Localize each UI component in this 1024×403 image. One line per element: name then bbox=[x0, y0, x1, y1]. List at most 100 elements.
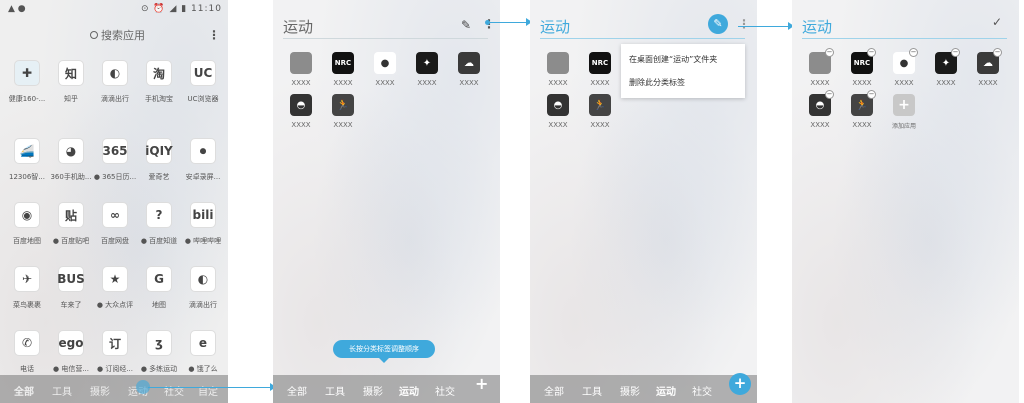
app-icon[interactable]: 365 ● 365日历... bbox=[93, 138, 137, 182]
app-icon[interactable]: iQIY 爱奇艺 bbox=[137, 138, 181, 182]
flow-arrow-2 bbox=[490, 22, 530, 23]
tab-all[interactable]: 全部 bbox=[14, 383, 34, 398]
category-title: 运动 bbox=[802, 18, 833, 36]
storyboard: ▲ ● ⊙ ⏰ ◢ ▮ 11:10 搜索应用 ⋮ ✚ 健康160-... 知知乎 … bbox=[0, 0, 1024, 403]
app-icon[interactable]: ? ● 百度知道 bbox=[137, 202, 181, 246]
app-icon[interactable]: ◓ − XXXX bbox=[800, 90, 840, 129]
plus-icon: + bbox=[893, 94, 915, 116]
app-icon[interactable]: XXXX bbox=[538, 52, 578, 87]
app-icon[interactable]: ʒ ● 多练运动 bbox=[137, 330, 181, 374]
tab-tools[interactable]: 工具 bbox=[52, 383, 72, 398]
tab-tools[interactable]: 工具 bbox=[582, 383, 602, 398]
reorder-tooltip: 长按分类标签调整顺序 bbox=[333, 340, 435, 363]
app-icon[interactable]: ∞ 百度网盘 bbox=[93, 202, 137, 246]
remove-badge-icon[interactable]: − bbox=[867, 48, 876, 57]
app-icon[interactable]: ✦ XXXX bbox=[407, 52, 447, 87]
status-left-icons: ▲ ● bbox=[8, 4, 26, 14]
app-icon[interactable]: ✈ 菜鸟裹裹 bbox=[5, 266, 49, 310]
app-icon[interactable]: ● XXXX bbox=[365, 52, 405, 87]
tab-all[interactable]: 全部 bbox=[544, 383, 564, 398]
app-icon[interactable]: 贴 ● 百度贴吧 bbox=[49, 202, 93, 246]
status-right-icons: ⊙ ⏰ ◢ ▮ 11:10 bbox=[140, 4, 222, 14]
remove-badge-icon[interactable]: − bbox=[993, 48, 1002, 57]
flow-arrow-1 bbox=[148, 387, 275, 388]
app-icon[interactable]: ☁ XXXX bbox=[449, 52, 489, 87]
category-title: 运动 bbox=[540, 18, 571, 36]
remove-badge-icon[interactable]: − bbox=[909, 48, 918, 57]
category-tab-bar: 全部 工具 摄影 运动 社交 bbox=[530, 375, 757, 403]
app-icon[interactable]: G 地图 bbox=[137, 266, 181, 310]
tab-social[interactable]: 社交 bbox=[164, 383, 184, 398]
menu-item-delete-category[interactable]: 删除此分类标签 bbox=[629, 77, 685, 88]
done-check-icon[interactable]: ✓ bbox=[992, 15, 1002, 29]
app-icon[interactable]: bili ● 哔哩哔哩 bbox=[181, 202, 225, 246]
search-icon bbox=[90, 31, 98, 39]
app-icon[interactable]: ⏺ 安卓录屏... bbox=[181, 138, 225, 182]
remove-badge-icon[interactable]: − bbox=[951, 48, 960, 57]
add-app-button[interactable]: + 添加应用 bbox=[884, 94, 924, 130]
app-icon[interactable]: 🏃 − XXXX bbox=[842, 90, 882, 129]
add-category-icon[interactable]: + bbox=[475, 374, 488, 393]
app-icon[interactable]: NRC XXXX bbox=[580, 52, 620, 87]
app-icon[interactable]: ★ ● 大众点评 bbox=[93, 266, 137, 310]
title-divider bbox=[540, 38, 745, 39]
app-icon[interactable]: 淘手机淘宝 bbox=[137, 60, 181, 104]
search-placeholder: 搜索应用 bbox=[101, 29, 145, 42]
overflow-menu: 在桌面创建“运动”文件夹 删除此分类标签 bbox=[621, 44, 745, 98]
tab-all[interactable]: 全部 bbox=[287, 383, 307, 398]
app-icon[interactable]: NRC − XXXX bbox=[842, 48, 882, 87]
app-icon[interactable]: ✦ − XXXX bbox=[926, 48, 966, 87]
tab-social[interactable]: 社交 bbox=[435, 383, 455, 398]
remove-badge-icon[interactable]: − bbox=[867, 90, 876, 99]
app-icon[interactable]: XXXX bbox=[281, 52, 321, 87]
app-icon[interactable]: ● − XXXX bbox=[884, 48, 924, 87]
more-options-icon[interactable]: ⋮ bbox=[738, 17, 750, 31]
tab-social[interactable]: 社交 bbox=[692, 383, 712, 398]
app-search-bar[interactable]: 搜索应用 bbox=[90, 27, 145, 43]
app-icon[interactable]: ✚ 健康160-... bbox=[5, 60, 49, 104]
title-divider bbox=[283, 38, 488, 39]
app-icon[interactable]: 🚄 12306智... bbox=[5, 138, 49, 182]
app-icon[interactable]: ego ● 电信营... bbox=[49, 330, 93, 374]
app-icon[interactable]: UC UC浏览器 bbox=[181, 60, 225, 104]
app-icon[interactable]: ◓ XXXX bbox=[281, 94, 321, 129]
app-icon[interactable]: 订 ● 订阅经... bbox=[93, 330, 137, 374]
app-icon[interactable]: 🏃 XXXX bbox=[580, 94, 620, 129]
screen-sports-menu: 运动 ✎ ⋮ XXXX NRC XXXX ◓ XXXX 🏃 XXXX 在桌面创建“运动… bbox=[530, 0, 757, 403]
tab-photo[interactable]: 摄影 bbox=[620, 383, 640, 398]
app-icon[interactable]: 知知乎 bbox=[49, 60, 93, 104]
app-icon[interactable]: 🏃 XXXX bbox=[323, 94, 363, 129]
more-options-icon[interactable]: ⋮ bbox=[208, 28, 220, 42]
app-icon[interactable]: ◕ 360手机助... bbox=[49, 138, 93, 182]
app-icon[interactable]: ✆ 电话 bbox=[5, 330, 49, 374]
category-tab-bar: 全部 工具 摄影 运动 社交 bbox=[273, 375, 500, 403]
app-icon[interactable]: ◉ 百度地图 bbox=[5, 202, 49, 246]
app-icon[interactable]: e ● 饿了么 bbox=[181, 330, 225, 374]
title-divider bbox=[802, 38, 1007, 39]
status-bar: ▲ ● ⊙ ⏰ ◢ ▮ 11:10 bbox=[0, 0, 228, 18]
tab-sports[interactable]: 运动 bbox=[656, 383, 676, 398]
app-icon[interactable]: NRC XXXX bbox=[323, 52, 363, 87]
screen-all-apps: ▲ ● ⊙ ⏰ ◢ ▮ 11:10 搜索应用 ⋮ ✚ 健康160-... 知知乎 … bbox=[0, 0, 228, 403]
remove-badge-icon[interactable]: − bbox=[825, 90, 834, 99]
menu-item-create-folder[interactable]: 在桌面创建“运动”文件夹 bbox=[629, 54, 717, 65]
tab-custom[interactable]: 自定 bbox=[198, 383, 218, 398]
add-category-button[interactable]: + bbox=[729, 373, 751, 395]
tab-photo[interactable]: 摄影 bbox=[363, 383, 383, 398]
category-tab-bar: 全部 工具 摄影 运动 社交 自定 bbox=[0, 375, 228, 403]
app-icon[interactable]: ◐ 滴滴出行 bbox=[93, 60, 137, 104]
screen-sports-edit: 运动 ✓ − XXXX NRC − XXXX ● − XXXX ✦ − XXXX ☁ − XXXX… bbox=[792, 0, 1019, 403]
tab-photo[interactable]: 摄影 bbox=[90, 383, 110, 398]
tab-sports[interactable]: 运动 bbox=[399, 383, 419, 398]
app-icon[interactable]: − XXXX bbox=[800, 48, 840, 87]
edit-icon[interactable]: ✎ bbox=[708, 14, 728, 34]
edit-icon[interactable]: ✎ bbox=[461, 18, 471, 32]
app-icon[interactable]: ☁ − XXXX bbox=[968, 48, 1008, 87]
app-icon[interactable]: BUS 车来了 bbox=[49, 266, 93, 310]
screen-sports-category: 运动 ✎ ⋮ XXXX NRCXXXX ●XXXX ✦XXXX ☁XXXX ◓X… bbox=[273, 0, 500, 403]
app-icon[interactable]: ◓ XXXX bbox=[538, 94, 578, 129]
app-icon[interactable]: ◐ 滴滴出行 bbox=[181, 266, 225, 310]
tab-tools[interactable]: 工具 bbox=[325, 383, 345, 398]
remove-badge-icon[interactable]: − bbox=[825, 48, 834, 57]
flow-arrow-3 bbox=[738, 26, 792, 27]
